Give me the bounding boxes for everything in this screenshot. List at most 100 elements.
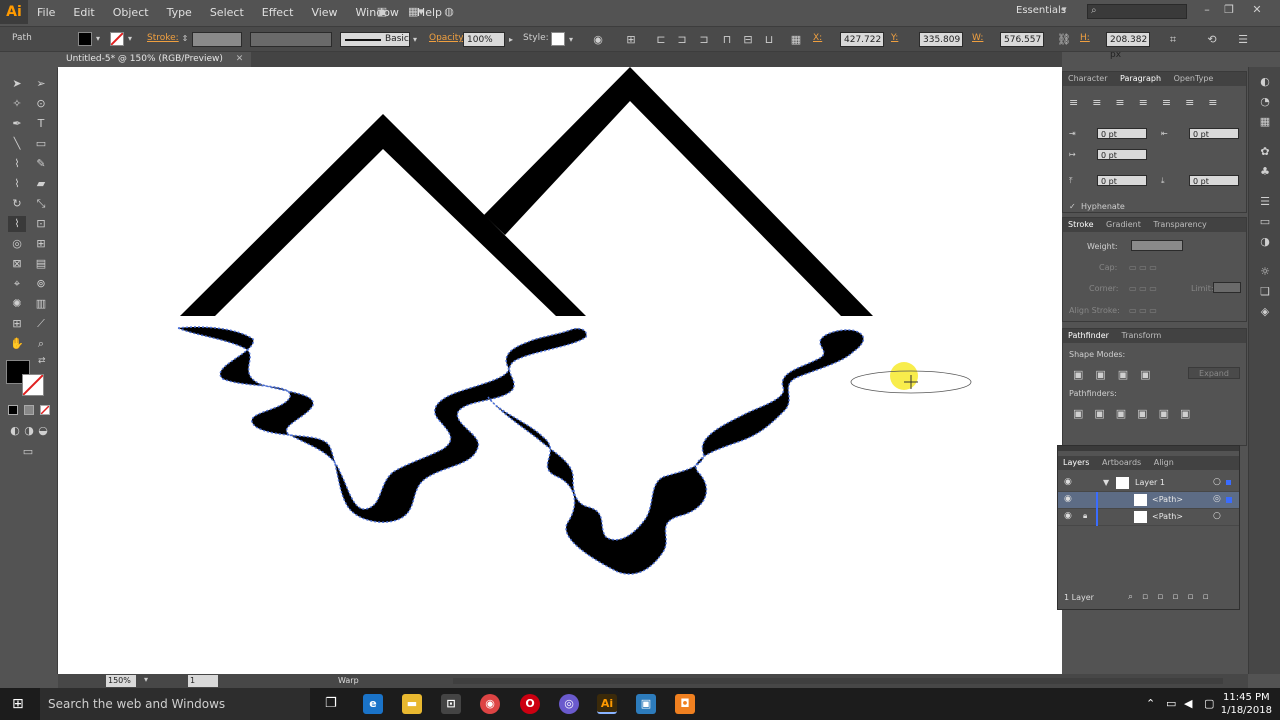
arrange-documents-icon[interactable]: ▦▾ <box>405 5 427 19</box>
restore-icon[interactable]: ❐ <box>1222 3 1236 17</box>
space-before-field[interactable]: 0 pt <box>1097 175 1147 186</box>
hand-tool-icon[interactable]: ✋ <box>8 336 26 352</box>
stroke-stepper-icon[interactable]: ⇕ <box>180 32 190 46</box>
tab-transform[interactable]: Transform <box>1117 331 1167 340</box>
column-graph-tool-icon[interactable]: ▥ <box>32 296 50 312</box>
stroke-weight-field[interactable] <box>192 32 242 47</box>
artwork[interactable] <box>58 67 1062 674</box>
selection-tool-icon[interactable]: ➤ <box>8 76 26 92</box>
transform-panel-icon[interactable]: ⌗ <box>1166 33 1180 47</box>
zoom-dropdown-icon[interactable]: ▾ <box>144 675 148 684</box>
h-label[interactable]: H: <box>1080 33 1090 43</box>
align-left-icon[interactable]: ⊏ <box>654 33 668 47</box>
artboard-field[interactable]: 1 <box>188 675 218 687</box>
pencil-tool-icon[interactable]: ✎ <box>32 156 50 172</box>
selection-indicator[interactable] <box>1226 497 1232 503</box>
paintbrush-tool-icon[interactable]: ⌇ <box>8 156 26 172</box>
align-middle-icon[interactable]: ⊟ <box>741 33 755 47</box>
fill-dropdown-icon[interactable]: ▾ <box>94 32 102 46</box>
paragraph-align-buttons[interactable]: ≡≡≡≡≡≡≡ <box>1069 96 1232 109</box>
illustrator-taskbar-icon[interactable]: Ai <box>597 694 617 714</box>
color-mode-icon[interactable] <box>8 405 18 415</box>
task-view-icon[interactable]: ❐ <box>325 696 337 711</box>
expand-layer-icon[interactable]: ▼ <box>1103 478 1109 487</box>
align-center-icon[interactable]: ⊐ <box>675 33 689 47</box>
layer-row[interactable]: ◉ ▼ Layer 1 ○ <box>1058 475 1239 492</box>
slice-tool-icon[interactable]: ⟋ <box>32 316 50 332</box>
gradient-panel-icon[interactable]: ▭ <box>1258 215 1272 229</box>
perspective-grid-tool-icon[interactable]: ⊞ <box>32 236 50 252</box>
close-icon[interactable]: ✕ <box>1250 3 1264 17</box>
photos-icon[interactable]: ▣ <box>636 694 656 714</box>
blob-brush-tool-icon[interactable]: ⌇ <box>8 176 26 192</box>
opacity-field[interactable]: 100% <box>463 32 505 47</box>
tab-paragraph[interactable]: Paragraph <box>1115 74 1166 83</box>
color-guide-icon[interactable]: ◔ <box>1258 95 1272 109</box>
edge-icon[interactable]: e <box>363 694 383 714</box>
eyedropper-tool-icon[interactable]: ⌖ <box>8 276 26 292</box>
y-label[interactable]: Y: <box>891 33 898 43</box>
gradient-tool-icon[interactable]: ▤ <box>32 256 50 272</box>
menu-file[interactable]: File <box>28 6 64 19</box>
bridge-icon[interactable]: ▣ <box>375 5 389 19</box>
recolor-artwork-icon[interactable]: ◉ <box>591 33 605 47</box>
opera-icon[interactable]: O <box>520 694 540 714</box>
workspace-chevron-icon[interactable]: ▾ <box>1062 5 1067 15</box>
draw-inside-icon[interactable]: ◒ <box>36 423 50 439</box>
y-field[interactable]: 335.809 px <box>919 32 963 60</box>
stroke-dropdown-icon[interactable]: ▾ <box>126 32 134 46</box>
document-tab[interactable]: Untitled-5* @ 150% (RGB/Preview) ✕ <box>58 52 252 67</box>
menu-object[interactable]: Object <box>104 6 158 19</box>
lock-icon[interactable]: 🔒︎ <box>1083 511 1087 521</box>
appearance-panel-icon[interactable]: ☼ <box>1258 265 1272 279</box>
tab-artboards[interactable]: Artboards <box>1097 458 1146 467</box>
corner-buttons[interactable]: ▭ ▭ ▭ <box>1129 284 1157 293</box>
limit-field[interactable] <box>1213 282 1241 293</box>
tab-layers[interactable]: Layers <box>1058 458 1094 467</box>
minimize-icon[interactable]: – <box>1200 3 1214 17</box>
tab-opentype[interactable]: OpenType <box>1169 74 1219 83</box>
graphic-styles-icon[interactable]: ❑ <box>1258 285 1272 299</box>
blend-tool-icon[interactable]: ⊚ <box>32 276 50 292</box>
brushes-icon[interactable]: ✿ <box>1258 145 1272 159</box>
align-bottom-icon[interactable]: ⊔ <box>762 33 776 47</box>
app-icon[interactable]: ◎ <box>559 694 579 714</box>
gpu-performance-icon[interactable]: ◍ <box>442 5 456 19</box>
rectangle-tool-icon[interactable]: ▭ <box>32 136 50 152</box>
magic-wand-tool-icon[interactable]: ✧ <box>8 96 26 112</box>
warp-tool-icon[interactable]: ⌇ <box>8 216 26 232</box>
line-tool-icon[interactable]: ╲ <box>8 136 26 152</box>
tray-chevron-icon[interactable]: ⌃ <box>1146 697 1155 710</box>
visibility-eye-icon[interactable]: ◉ <box>1064 494 1072 504</box>
horizontal-scrollbar[interactable] <box>453 678 1223 684</box>
weight-field[interactable] <box>1131 240 1183 251</box>
direct-selection-tool-icon[interactable]: ➢ <box>32 76 50 92</box>
help-search-input[interactable]: ⌕ <box>1087 4 1187 19</box>
menu-edit[interactable]: Edit <box>64 6 103 19</box>
opacity-label[interactable]: Opacity: <box>429 33 466 43</box>
right-indent-field[interactable]: 0 pt <box>1189 128 1239 139</box>
type-tool-icon[interactable]: T <box>32 116 50 132</box>
panel-menu-icon[interactable]: ☰ <box>1236 33 1250 47</box>
tab-pathfinder[interactable]: Pathfinder <box>1063 331 1114 340</box>
align-top-icon[interactable]: ⊓ <box>720 33 734 47</box>
fill-swatch[interactable] <box>78 32 92 46</box>
visibility-eye-icon[interactable]: ◉ <box>1064 477 1072 487</box>
gradient-mode-icon[interactable] <box>24 405 34 415</box>
volume-icon[interactable]: ◀ <box>1184 697 1192 710</box>
menu-type[interactable]: Type <box>158 6 201 19</box>
w-field[interactable]: 576.557 px <box>1000 32 1044 60</box>
constrain-proportions-icon[interactable]: ⛓ <box>1057 33 1071 47</box>
menu-view[interactable]: View <box>302 6 346 19</box>
transparency-panel-icon[interactable]: ◑ <box>1258 235 1272 249</box>
rotate-tool-icon[interactable]: ↻ <box>8 196 26 212</box>
layers-panel-buttons[interactable]: ⌕▫▫▫▫▫ <box>1128 592 1218 602</box>
lasso-tool-icon[interactable]: ⊙ <box>32 96 50 112</box>
screen-mode-icon[interactable]: ▭ <box>18 444 38 460</box>
tab-stroke[interactable]: Stroke <box>1063 220 1099 229</box>
layers-panel-grip[interactable] <box>1058 446 1239 451</box>
w-label[interactable]: W: <box>972 33 983 43</box>
eraser-tool-icon[interactable]: ▰ <box>32 176 50 192</box>
layer-name[interactable]: Layer 1 <box>1135 478 1165 487</box>
network-icon[interactable]: ▭ <box>1166 697 1176 710</box>
